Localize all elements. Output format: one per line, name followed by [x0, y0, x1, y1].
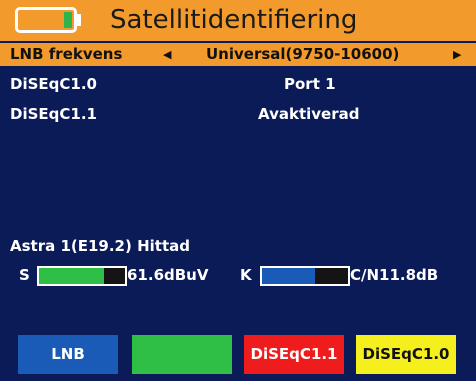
page-title: Satellitidentifiering	[110, 5, 358, 35]
signal-quality-fill	[262, 268, 316, 284]
lnb-frequency-row[interactable]: LNB frekvens ◀ Universal(9750-10600) ▶	[0, 41, 476, 66]
diseqc11-row[interactable]: DiSEqC1.1 Avaktiverad	[0, 105, 476, 129]
signal-strength-bar	[37, 266, 127, 286]
green-button[interactable]	[132, 335, 232, 374]
diseqc11-label: DiSEqC1.1	[10, 105, 97, 123]
diseqc10-button[interactable]: DiSEqC1.0	[356, 335, 456, 374]
diseqc11-value[interactable]: Avaktiverad	[258, 105, 359, 123]
quality-value: C/N11.8dB	[350, 266, 439, 284]
signal-strength-fill	[39, 268, 104, 284]
lnb-frequency-value[interactable]: Universal(9750-10600)	[206, 45, 399, 63]
diseqc10-label: DiSEqC1.0	[10, 75, 97, 93]
title-bar: Satellitidentifiering	[0, 0, 476, 41]
diseqc10-value[interactable]: Port 1	[284, 75, 336, 93]
signal-label: S	[19, 266, 30, 284]
battery-tip-icon	[77, 14, 81, 26]
signal-value: 61.6dBuV	[127, 266, 209, 284]
diseqc10-row[interactable]: DiSEqC1.0 Port 1	[0, 75, 476, 99]
right-arrow-icon[interactable]: ▶	[453, 48, 461, 61]
quality-label: K	[240, 266, 252, 284]
lnb-button[interactable]: LNB	[18, 335, 118, 374]
battery-level-fill	[64, 12, 72, 28]
signal-quality-bar	[260, 266, 350, 286]
diseqc11-button[interactable]: DiSEqC1.1	[244, 335, 344, 374]
left-arrow-icon[interactable]: ◀	[163, 48, 171, 61]
satellite-status: Astra 1(E19.2) Hittad	[10, 237, 190, 255]
battery-icon	[15, 7, 77, 33]
lnb-frequency-label: LNB frekvens	[10, 45, 123, 63]
